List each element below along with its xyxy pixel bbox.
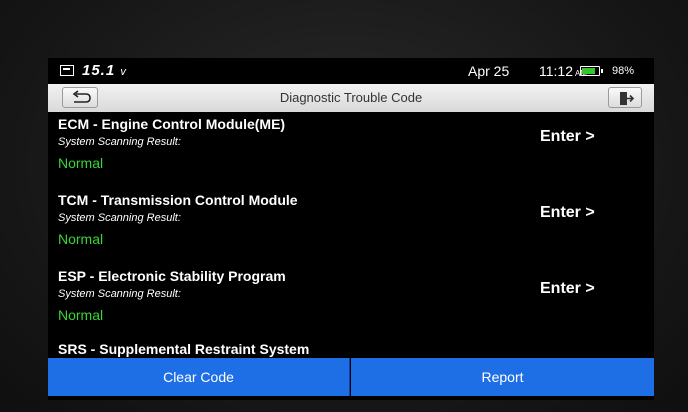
- scan-status: Normal: [58, 231, 104, 247]
- voltage-value: 15.1: [82, 62, 116, 79]
- scan-status: Normal: [58, 307, 104, 323]
- footer-actions: Clear Code Report: [48, 358, 654, 396]
- voltage-readout: 15.1 v: [82, 62, 127, 79]
- system-name: ECM - Engine Control Module(ME): [58, 116, 286, 132]
- time-value: 11:12: [539, 63, 573, 79]
- scan-result-label: System Scanning Result:: [58, 212, 181, 224]
- battery-fill: [582, 68, 595, 74]
- system-name: ESP - Electronic Stability Program: [58, 268, 286, 284]
- enter-button[interactable]: Enter >: [540, 280, 595, 298]
- scan-status: Normal: [58, 155, 104, 171]
- battery-icon: [580, 66, 603, 76]
- scan-result-label: System Scanning Result:: [58, 136, 181, 148]
- page-title: Diagnostic Trouble Code: [279, 90, 423, 105]
- status-bar: 15.1 v Apr 25 11:12 AM 98%: [48, 58, 654, 84]
- voltage-unit: v: [120, 66, 127, 78]
- car-battery-icon: [60, 65, 74, 76]
- battery-percent: 98%: [612, 65, 635, 77]
- device-bezel: 15.1 v Apr 25 11:12 AM 98% Diagnostic Tro…: [0, 0, 688, 412]
- device-screen: 15.1 v Apr 25 11:12 AM 98% Diagnostic Tro…: [48, 58, 654, 400]
- date: Apr 25: [468, 63, 510, 79]
- list-item: TCM - Transmission Control Module System…: [48, 188, 654, 264]
- clear-code-button[interactable]: Clear Code: [48, 358, 350, 396]
- system-list[interactable]: ECM - Engine Control Module(ME) System S…: [48, 112, 654, 358]
- scan-result-label: System Scanning Result:: [58, 288, 181, 300]
- enter-button[interactable]: Enter >: [540, 204, 595, 222]
- exit-button[interactable]: [608, 87, 642, 108]
- title-bar: Diagnostic Trouble Code: [48, 84, 654, 112]
- enter-button[interactable]: Enter >: [540, 128, 595, 146]
- exit-icon: [620, 92, 635, 105]
- list-item: ESP - Electronic Stability Program Syste…: [48, 264, 654, 340]
- report-button[interactable]: Report: [351, 358, 654, 396]
- list-item: ECM - Engine Control Module(ME) System S…: [48, 112, 654, 188]
- system-name: SRS - Supplemental Restraint System: [58, 341, 310, 357]
- system-name: TCM - Transmission Control Module: [58, 192, 298, 208]
